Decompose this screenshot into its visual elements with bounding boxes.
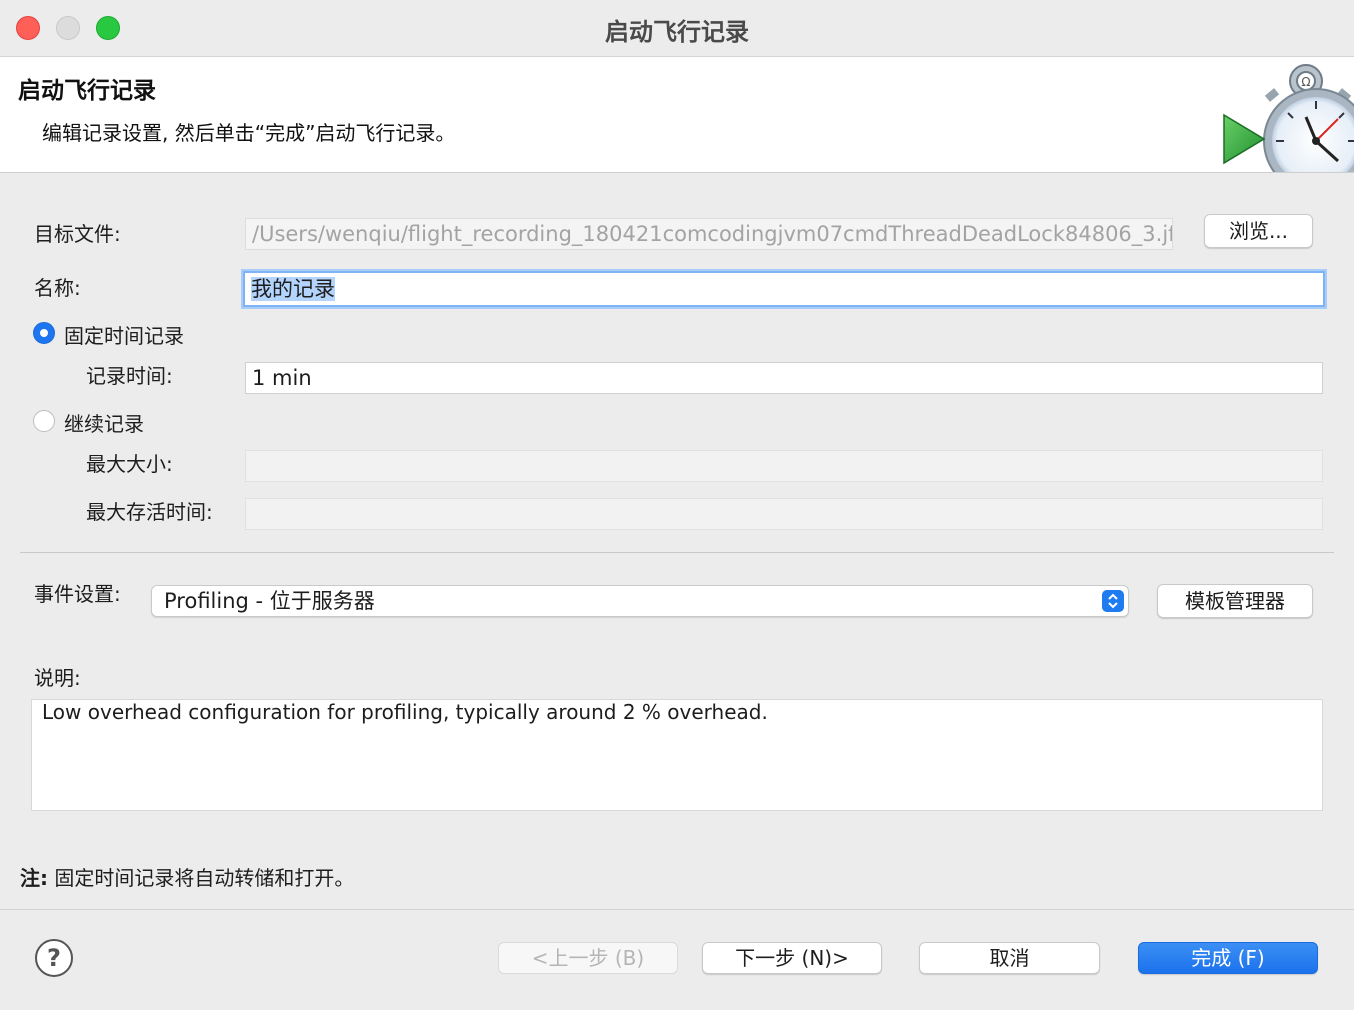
back-button[interactable]: <上一步 (B) [498, 942, 678, 974]
description-label: 说明: [34, 666, 81, 690]
note: 注: 固定时间记录将自动转储和打开。 [20, 862, 354, 891]
svg-text:Ω: Ω [1301, 75, 1310, 89]
event-settings-select[interactable]: Profiling - 位于服务器 [151, 585, 1129, 617]
event-settings-label: 事件设置: [34, 582, 121, 606]
name-label: 名称: [34, 276, 81, 300]
note-prefix: 注: [20, 866, 48, 890]
max-size-input [245, 450, 1323, 482]
continuous-radio[interactable] [33, 410, 55, 432]
record-time-input[interactable]: 1 min [245, 362, 1323, 394]
max-age-input [245, 498, 1323, 530]
target-file-field: /Users/wenqiu/flight_recording_180421com… [245, 218, 1173, 250]
stopwatch-icon: Ω [1223, 64, 1354, 172]
section-divider [20, 552, 1334, 553]
finish-button[interactable]: 完成 (F) [1138, 942, 1318, 974]
cancel-button[interactable]: 取消 [919, 942, 1100, 974]
svg-text:?: ? [47, 944, 61, 972]
window-title: 启动飞行记录 [605, 18, 749, 46]
wizard-banner: 启动飞行记录 编辑记录设置, 然后单击“完成”启动飞行记录。 Ω [0, 57, 1354, 173]
max-age-label: 最大存活时间: [86, 500, 213, 524]
wizard-description: 编辑记录设置, 然后单击“完成”启动飞行记录。 [42, 121, 456, 145]
select-arrows-icon [1102, 590, 1124, 612]
target-file-label: 目标文件: [34, 222, 121, 246]
fixed-time-label[interactable]: 固定时间记录 [64, 320, 184, 349]
help-icon[interactable]: ? [34, 938, 74, 978]
record-time-label: 记录时间: [86, 364, 173, 388]
max-size-label: 最大大小: [86, 452, 173, 476]
wizard-title: 启动飞行记录 [18, 78, 156, 104]
note-text: 固定时间记录将自动转储和打开。 [48, 866, 355, 890]
next-button[interactable]: 下一步 (N)> [702, 942, 882, 974]
browse-button[interactable]: 浏览... [1204, 214, 1313, 248]
name-input-value: 我的记录 [251, 277, 335, 301]
footer-divider [0, 909, 1354, 910]
event-settings-value: Profiling - 位于服务器 [164, 589, 375, 613]
description-text: Low overhead configuration for profiling… [31, 699, 1323, 811]
continuous-label[interactable]: 继续记录 [64, 408, 144, 437]
fixed-time-radio[interactable] [33, 322, 55, 344]
launch-flight-recording-dialog: 启动飞行记录 启动飞行记录 编辑记录设置, 然后单击“完成”启动飞行记录。 Ω … [0, 0, 1354, 1010]
name-input[interactable]: 我的记录 [243, 271, 1325, 307]
title-bar: 启动飞行记录 [0, 0, 1354, 57]
template-manager-button[interactable]: 模板管理器 [1157, 584, 1313, 618]
